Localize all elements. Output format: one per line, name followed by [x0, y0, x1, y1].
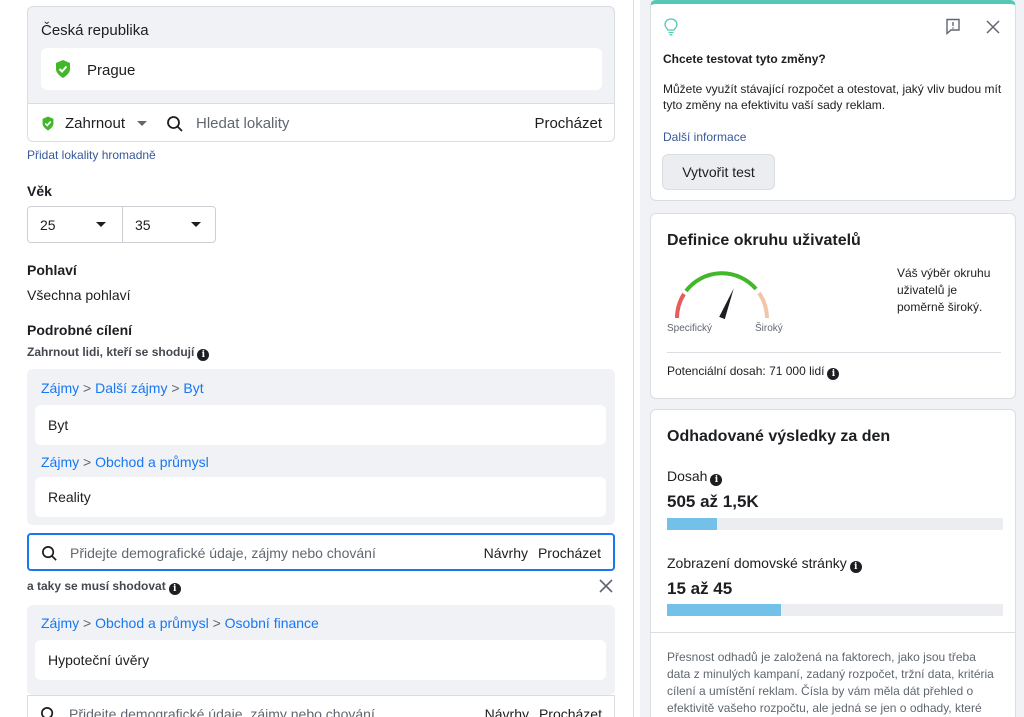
views-label-text: Zobrazení domovské stránky — [667, 555, 847, 571]
age-min-value: 25 — [40, 217, 56, 233]
targeting-group-2: Zájmy > Obchod a průmysl > Osobní financ… — [27, 605, 615, 695]
include-dropdown[interactable]: Zahrnout — [65, 115, 125, 132]
age-title: Věk — [27, 183, 52, 199]
reach-metric-value: 505 až 1,5K — [667, 492, 759, 511]
must-match-text: a taky se musí shodovat — [27, 579, 166, 593]
location-pin-icon — [54, 59, 72, 84]
targeting-item-label: Hypoteční úvěry — [48, 652, 150, 668]
detailed-search-input[interactable]: Přidejte demografické údaje, zájmy nebo … — [27, 533, 615, 571]
detailed-search-input-2[interactable]: Přidejte demografické údaje, zájmy nebo … — [27, 695, 615, 717]
age-min-select[interactable]: 25 — [28, 207, 122, 242]
location-box: Česká republika Prague Zahrnout Hledat l… — [27, 6, 615, 142]
location-search-row: Zahrnout Hledat lokality Procházet — [28, 103, 614, 141]
crumb-link[interactable]: Byt — [183, 380, 203, 396]
views-metric-value: 15 až 45 — [667, 579, 733, 598]
include-hint-text: Zahrnout lidi, kteří se shodují — [27, 345, 195, 359]
crumb-link[interactable]: Zájmy — [41, 454, 79, 470]
crumb-link[interactable]: Osobní finance — [225, 615, 319, 631]
suggestions-button[interactable]: Návrhy — [485, 706, 529, 717]
views-bar — [667, 604, 1003, 616]
breadcrumb: Zájmy > Obchod a průmysl — [41, 454, 209, 470]
chevron-down-icon — [191, 222, 201, 227]
browse-button[interactable]: Procházet — [539, 706, 602, 717]
column-divider — [633, 0, 634, 717]
views-bar-fill — [667, 604, 782, 616]
breadcrumb: Zájmy > Další zájmy > Byt — [41, 380, 204, 396]
search-placeholder: Přidejte demografické údaje, zájmy nebo … — [70, 545, 376, 561]
search-icon — [40, 706, 57, 717]
age-range: 25 35 — [27, 206, 216, 243]
estimate-footnote: Přesnost odhadů je založená na faktorech… — [667, 650, 994, 715]
info-icon[interactable]: i — [168, 583, 181, 595]
browse-button[interactable]: Procházet — [538, 545, 601, 561]
audience-card: Definice okruhu uživatelů Specifický Šir… — [650, 213, 1016, 399]
divider — [667, 352, 1001, 353]
gender-title: Pohlaví — [27, 262, 77, 278]
crumb-link[interactable]: Obchod a průmysl — [95, 615, 209, 631]
potential-reach-text: Potenciální dosah: 71 000 lidí — [667, 364, 825, 378]
close-icon[interactable] — [986, 20, 1000, 39]
chevron-down-icon — [96, 222, 106, 227]
audience-title: Definice okruhu uživatelů — [667, 232, 861, 249]
audience-gauge — [675, 271, 769, 320]
reach-label-text: Dosah — [667, 468, 708, 484]
test-description: Můžete využít stávající rozpočet a otest… — [663, 82, 1002, 112]
location-browse-button[interactable]: Procházet — [534, 115, 602, 132]
views-metric-label: Zobrazení domovské stránky i — [667, 555, 862, 573]
targeting-panel: Česká republika Prague Zahrnout Hledat l… — [0, 0, 640, 717]
search-placeholder: Přidejte demografické údaje, zájmy nebo … — [69, 706, 375, 717]
lightbulb-icon — [664, 18, 678, 41]
targeting-item-label: Reality — [48, 489, 91, 505]
sidebar-panel: Chcete testovat tyto změny? Můžete využí… — [640, 0, 1024, 717]
audience-verdict: Váš výběr okruhu uživatelů je poměrně ši… — [897, 266, 991, 314]
age-max-value: 35 — [135, 217, 151, 233]
detailed-title: Podrobné cílení — [27, 322, 133, 338]
results-card: Odhadované výsledky za den Dosah i 505 až… — [650, 409, 1016, 717]
gender-value[interactable]: Všechna pohlaví — [27, 287, 131, 303]
chevron-down-icon[interactable] — [137, 121, 147, 126]
info-icon[interactable]: i — [710, 474, 723, 486]
country-label: Česká republika — [41, 22, 149, 39]
test-question: Chcete testovat tyto změny? — [663, 52, 826, 66]
age-max-select[interactable]: 35 — [123, 207, 217, 242]
more-info-link[interactable]: Další informace — [663, 130, 746, 144]
crumb-link[interactable]: Zájmy — [41, 615, 79, 631]
targeting-item-label: Byt — [48, 417, 69, 433]
include-hint: Zahrnout lidi, kteří se shodují i — [27, 345, 210, 361]
test-card: Chcete testovat tyto změny? Můžete využí… — [650, 0, 1016, 201]
search-icon — [166, 115, 184, 138]
must-match-hint: a taky se musí shodovat i — [27, 579, 181, 595]
divider — [651, 632, 1015, 633]
crumb-link[interactable]: Zájmy — [41, 380, 79, 396]
gauge-specific-label: Specifický — [667, 323, 713, 334]
location-search-input[interactable]: Hledat lokality — [196, 115, 289, 132]
search-icon — [41, 545, 58, 567]
potential-reach: Potenciální dosah: 71 000 lidí i — [667, 364, 840, 380]
close-icon[interactable] — [598, 578, 614, 594]
targeting-item[interactable]: Hypoteční úvěry — [35, 640, 606, 680]
city-item[interactable]: Prague — [41, 48, 602, 90]
bulk-locations-link[interactable]: Přidat lokality hromadně — [27, 148, 156, 162]
crumb-link[interactable]: Další zájmy — [95, 380, 167, 396]
crumb-link[interactable]: Obchod a průmysl — [95, 454, 209, 470]
reach-bar-fill — [667, 518, 718, 530]
gauge-broad-label: Široký — [755, 323, 783, 334]
targeting-item[interactable]: Byt — [35, 405, 606, 445]
targeting-group-1: Zájmy > Další zájmy > Byt Byt Zájmy > Ob… — [27, 369, 615, 525]
info-icon[interactable]: i — [827, 368, 840, 380]
create-test-button[interactable]: Vytvořit test — [662, 154, 775, 190]
reach-bar — [667, 518, 1003, 530]
info-icon[interactable]: i — [849, 561, 862, 573]
breadcrumb: Zájmy > Obchod a průmysl > Osobní financ… — [41, 615, 319, 631]
suggestions-button[interactable]: Návrhy — [484, 545, 528, 561]
feedback-icon[interactable] — [945, 18, 961, 40]
city-label: Prague — [87, 62, 136, 79]
info-icon[interactable]: i — [197, 349, 210, 361]
reach-metric-label: Dosah i — [667, 468, 723, 486]
targeting-item[interactable]: Reality — [35, 477, 606, 517]
include-pin-icon — [41, 115, 55, 137]
results-title: Odhadované výsledky za den — [667, 428, 891, 445]
